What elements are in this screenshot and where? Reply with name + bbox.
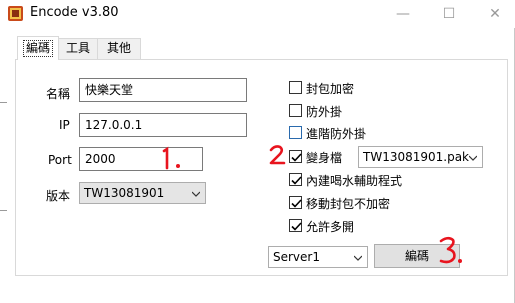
anti-cheat-label: 防外掛 [306,105,343,119]
ip-input[interactable]: 127.0.0.1 [79,113,247,137]
annotation-mark-2 [269,145,286,165]
anti-cheat-checkbox[interactable] [289,104,302,117]
tab-label: 其他 [106,41,131,55]
move-packet-no-encrypt-label: 移動封包不加密 [306,197,391,211]
morph-file-select[interactable]: TW13081901.pak [358,146,483,168]
name-input[interactable]: 快樂天堂 [79,78,247,102]
title-bar: Encode v3.80 — ☐ ✕ [0,0,515,28]
tab-encode[interactable]: 編碼 [17,36,59,60]
version-select-value: TW13081901 [84,186,165,200]
annotation-mark-3 [439,236,462,264]
packet-encrypt-label: 封包加密 [306,82,355,96]
check-icon [291,222,302,231]
morph-file-select-value: TW13081901.pak [363,150,470,164]
edge-divider [0,102,7,103]
version-label: 版本 [46,189,71,203]
server-select[interactable]: Server1 [268,246,368,268]
port-label: Port [48,153,72,167]
tab-other[interactable]: 其他 [97,38,141,59]
morph-file-checkbox[interactable] [289,150,302,163]
water-assist-label: 內建喝水輔助程式 [306,174,403,188]
version-select[interactable]: TW13081901 [79,182,206,204]
advanced-anti-cheat-checkbox[interactable] [289,126,302,139]
annotation-mark-1 [162,146,180,170]
allow-multi-open-label: 允許多開 [306,220,355,234]
morph-file-label: 變身檔 [306,151,343,165]
maximize-button[interactable]: ☐ [426,0,472,28]
chevron-down-icon [192,191,200,197]
allow-multi-open-checkbox[interactable] [289,219,302,232]
water-assist-checkbox[interactable] [289,173,302,186]
advanced-anti-cheat-label: 進階防外掛 [306,127,367,141]
tab-tools[interactable]: 工具 [58,38,98,59]
check-icon [291,153,302,162]
move-packet-no-encrypt-checkbox[interactable] [289,196,302,209]
close-button[interactable]: ✕ [472,0,515,28]
minimize-button[interactable]: — [380,0,426,28]
server-select-value: Server1 [273,250,320,264]
chevron-down-icon [354,255,362,261]
window-title: Encode v3.80 [30,5,119,20]
check-icon [291,176,302,185]
edge-divider [0,210,7,211]
chevron-down-icon [469,155,477,161]
ip-label: IP [59,118,70,132]
encode-window: Encode v3.80 — ☐ ✕ 編碼 工具 其他 名稱 快樂天堂 IP 1… [0,0,515,303]
packet-encrypt-checkbox[interactable] [289,81,302,94]
tab-label: 工具 [65,41,90,55]
check-icon [291,199,302,208]
app-icon [8,6,23,21]
name-label: 名稱 [46,87,71,101]
tab-label: 編碼 [22,40,53,57]
